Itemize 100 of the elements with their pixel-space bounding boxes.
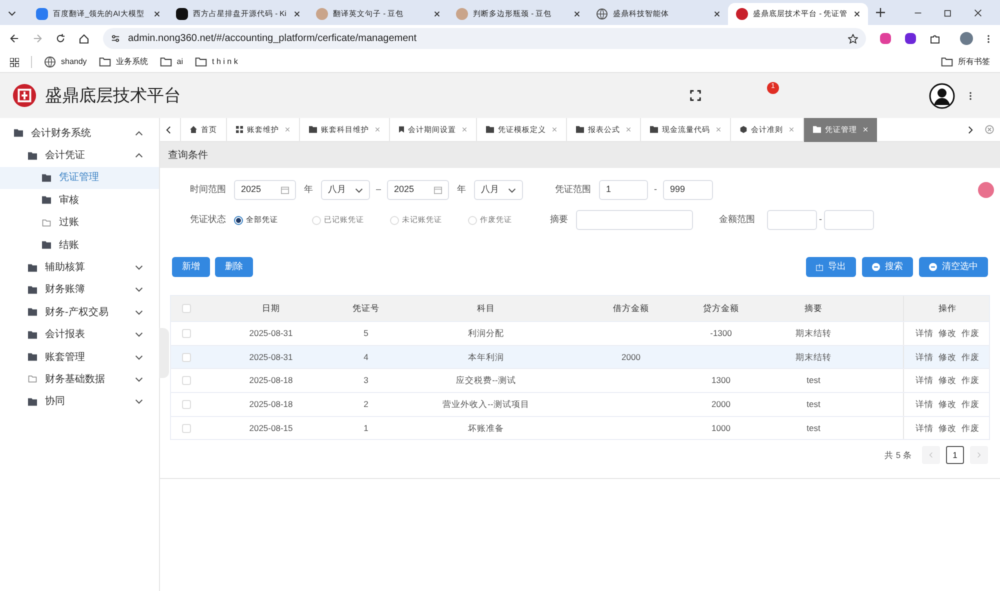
- checkbox[interactable]: [182, 328, 190, 338]
- row-action-link[interactable]: 修改: [938, 422, 956, 434]
- action-button[interactable]: 删除: [215, 257, 253, 277]
- sidebar-item[interactable]: 会计凭证: [0, 144, 159, 167]
- action-button[interactable]: 清空选中: [919, 257, 988, 277]
- sidebar-item[interactable]: 凭证管理: [0, 166, 159, 190]
- collapse-handle[interactable]: [159, 328, 169, 378]
- close-icon[interactable]: [294, 11, 300, 17]
- reload-icon[interactable]: [56, 34, 65, 43]
- scroll-left-icon[interactable]: [166, 126, 171, 134]
- input-field[interactable]: [767, 210, 817, 230]
- sidebar-item[interactable]: 结账: [0, 234, 159, 256]
- sidebar-item[interactable]: 会计报表: [0, 324, 159, 346]
- close-icon[interactable]: [154, 11, 160, 17]
- input-field[interactable]: 999: [663, 180, 714, 200]
- folder-icon: [28, 330, 37, 339]
- table-row[interactable]: 2025-08-31 5 利润分配 -1300 期末结转 详情 修改 作废: [171, 321, 989, 345]
- sidebar-item[interactable]: 财务基础数据: [0, 368, 159, 391]
- avatar-icon[interactable]: [929, 82, 955, 108]
- tab-search-icon[interactable]: [8, 11, 16, 16]
- row-action-link[interactable]: 修改: [938, 374, 956, 388]
- input-field[interactable]: [576, 210, 693, 230]
- close-icon[interactable]: [434, 11, 440, 17]
- field-label: 凭证状态: [190, 213, 226, 226]
- close-all-icon[interactable]: [985, 125, 994, 134]
- table-cell-text: test: [806, 422, 822, 434]
- chevron-icon: [355, 188, 363, 192]
- input-field[interactable]: [824, 210, 874, 230]
- column-header: 凭证号: [352, 302, 380, 315]
- checkbox[interactable]: [182, 304, 190, 313]
- row-action-link[interactable]: 修改: [938, 398, 956, 411]
- row-action-link[interactable]: 详情: [916, 326, 934, 340]
- extension-icon[interactable]: [880, 33, 891, 44]
- checkbox[interactable]: [182, 352, 190, 362]
- bookmark[interactable]: ai: [160, 56, 184, 68]
- close-icon[interactable]: [854, 11, 860, 17]
- scroll-right-icon[interactable]: [968, 126, 973, 134]
- home-icon[interactable]: [79, 34, 89, 44]
- sidebar-item[interactable]: 协同: [0, 390, 159, 414]
- field-label: 摘要: [550, 213, 568, 226]
- table-row[interactable]: 2025-08-18 2 营业外收入--测试项目 2000 test 详情 修改 作废: [171, 392, 989, 416]
- row-action-link[interactable]: 修改: [938, 350, 956, 364]
- row-action-link[interactable]: 作废: [962, 374, 980, 388]
- sidebar-item[interactable]: 财务-产权交易: [0, 301, 159, 324]
- extension-icon[interactable]: [905, 33, 916, 44]
- input-field[interactable]: 1: [599, 180, 648, 200]
- site-settings-icon[interactable]: [111, 34, 120, 43]
- month-select[interactable]: 八月: [321, 180, 370, 200]
- profile-icon[interactable]: [960, 32, 973, 45]
- fullscreen-icon[interactable]: [690, 90, 701, 101]
- page-button[interactable]: 1: [946, 446, 964, 464]
- sidebar-item[interactable]: 账套管理: [0, 346, 159, 368]
- sidebar-item[interactable]: 财务账簿: [0, 278, 159, 302]
- row-action-link[interactable]: 作废: [962, 326, 980, 340]
- row-action-link[interactable]: 作废: [962, 422, 980, 434]
- bookmark[interactable]: 业务系统: [98, 56, 148, 68]
- sidebar-item[interactable]: 过账: [0, 212, 159, 234]
- sidebar-item[interactable]: 审核: [0, 189, 159, 212]
- row-action-link[interactable]: 作废: [962, 398, 980, 411]
- row-action-link[interactable]: 详情: [916, 422, 934, 434]
- address-bar[interactable]: admin.nong360.net/#/accounting_platform/cerficate/management: [103, 28, 866, 49]
- table-row[interactable]: 2025-08-15 1 坏账准备 1000 test 详情 修改 作废: [171, 416, 989, 440]
- table-cell-text: 期末结转: [794, 326, 832, 340]
- sidebar-item[interactable]: 辅助核算: [0, 256, 159, 279]
- field-label: 凭证范围: [555, 183, 592, 196]
- action-button[interactable]: 新增: [172, 257, 210, 277]
- row-action-link[interactable]: 作废: [962, 350, 980, 364]
- checkbox[interactable]: [182, 376, 190, 386]
- apps-icon[interactable]: [10, 58, 19, 66]
- input-field[interactable]: 2025: [387, 180, 450, 200]
- action-button[interactable]: 导出: [806, 257, 856, 277]
- chevron-icon: [135, 287, 143, 292]
- table-row[interactable]: 2025-08-31 4 本年利润 2000 期末结转 详情 修改 作废: [171, 344, 989, 368]
- back-icon[interactable]: [10, 34, 19, 43]
- folder-icon: [576, 126, 584, 133]
- restore-icon[interactable]: [944, 9, 952, 17]
- close-icon[interactable]: [574, 11, 580, 17]
- table-row[interactable]: 2025-08-18 3 应交税费--测试 1300 test 详情 修改 作废: [171, 368, 989, 392]
- table-cell-text: 利润分配: [467, 326, 505, 340]
- input-field[interactable]: 2025: [234, 180, 296, 200]
- bookmark[interactable]: t h i n k: [195, 56, 238, 68]
- action-button[interactable]: 搜索: [862, 257, 913, 277]
- column-header: 科目: [476, 302, 496, 315]
- all-bookmarks[interactable]: 所有书签: [941, 56, 990, 68]
- folder-icon: [309, 126, 317, 133]
- close-icon[interactable]: [714, 11, 720, 17]
- checkbox[interactable]: [182, 400, 190, 409]
- row-action-link[interactable]: 详情: [916, 398, 934, 411]
- row-action-link[interactable]: 详情: [916, 374, 934, 388]
- sidebar-item[interactable]: 会计财务系统: [0, 122, 159, 144]
- bookmark[interactable]: shandy: [44, 56, 87, 68]
- more-icon[interactable]: [969, 90, 972, 100]
- checkbox[interactable]: [182, 424, 190, 433]
- star-icon[interactable]: [848, 34, 858, 44]
- new-tab-icon[interactable]: [876, 8, 885, 17]
- row-action-link[interactable]: 修改: [938, 326, 956, 340]
- month-select[interactable]: 八月: [474, 180, 524, 200]
- row-action-link[interactable]: 详情: [916, 350, 934, 364]
- close-icon[interactable]: [974, 9, 982, 17]
- more-icon[interactable]: [987, 34, 990, 44]
